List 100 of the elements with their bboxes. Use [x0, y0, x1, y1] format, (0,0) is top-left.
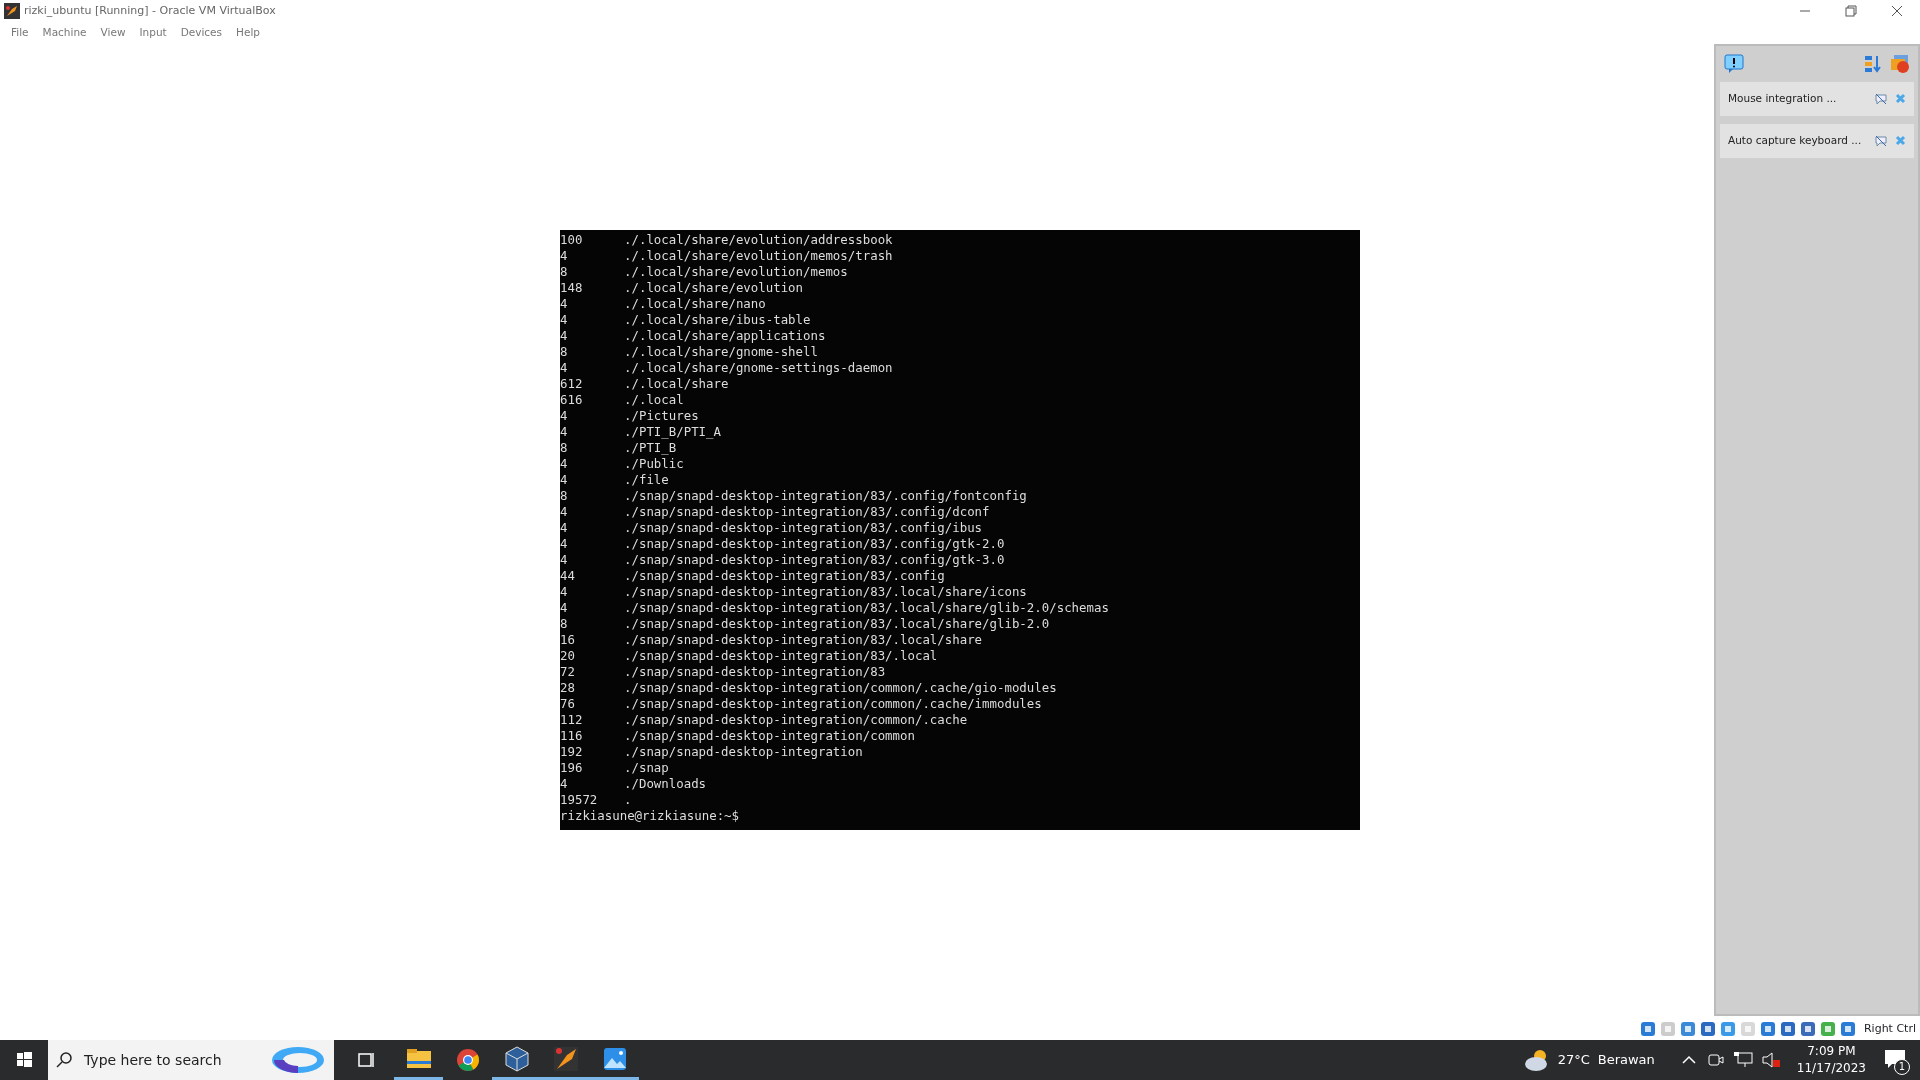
- window-title: rizki_ubuntu [Running] - Oracle VM VirtualBox: [24, 2, 276, 19]
- size-value: 4: [560, 455, 569, 472]
- path-text: ./snap/snapd-desktop-integration/83/.local/share/glib-2.0: [624, 615, 1050, 631]
- weather-condition[interactable]: Berawan: [1597, 1050, 1655, 1070]
- chrome-icon: [454, 1047, 481, 1073]
- size-value: 4: [560, 359, 569, 376]
- size-value: 8: [560, 615, 569, 632]
- size-value: 8: [560, 343, 569, 360]
- size-value: 4: [560, 583, 569, 600]
- size-value: 4: [560, 471, 569, 488]
- menu-item[interactable]: File: [4, 24, 36, 41]
- weather-temperature[interactable]: 27°C: [1557, 1050, 1590, 1070]
- camera-icon[interactable]: [1706, 1051, 1725, 1069]
- path-text: ./file: [624, 471, 669, 487]
- path-text: ./snap: [624, 759, 669, 775]
- path-text: ./snap/snapd-desktop-integration/common/.cache: [624, 711, 968, 727]
- size-value: 616: [560, 391, 584, 408]
- cloudy-sun-icon: [1523, 1048, 1550, 1072]
- path-text: ./.local/share/gnome-shell: [624, 343, 818, 359]
- path-text: ./snap/snapd-desktop-integration: [624, 743, 863, 759]
- path-text: ./snap/snapd-desktop-integration/83/.local/share: [624, 631, 983, 647]
- size-value: 4: [560, 311, 569, 328]
- size-value: 16: [560, 631, 576, 648]
- size-value: 4: [560, 327, 569, 344]
- virtualbox-logo-icon: [552, 1045, 579, 1072]
- mountain-picture-icon: [601, 1045, 628, 1072]
- search-field[interactable]: Type here to search: [48, 1040, 334, 1080]
- size-value: 196: [560, 759, 584, 776]
- path-text: ./.local/share/evolution: [624, 279, 804, 295]
- path-text: ./snap/snapd-desktop-integration/83/.local/share/glib-2.0/schemas: [624, 599, 1109, 615]
- path-text: ./snap/snapd-desktop-integration/83/.config/fontconfig: [624, 487, 1027, 503]
- notification-count: 1: [1894, 1059, 1910, 1075]
- path-text: ./.local/share/evolution/addressbook: [624, 231, 893, 247]
- path-text: ./.local/share: [624, 375, 729, 391]
- size-value: 100: [560, 231, 584, 248]
- host-key-label: Right Ctrl: [1863, 1021, 1916, 1037]
- path-text: ./snap/snapd-desktop-integration/83/.config/gtk-3.0: [624, 551, 1005, 567]
- sort-down-icon[interactable]: [1864, 53, 1882, 74]
- path-text: ./.local/share/applications: [624, 327, 826, 343]
- path-text: ./snap/snapd-desktop-integration/83/.local: [624, 647, 938, 663]
- path-text: ./snap/snapd-desktop-integration/83/.config/gtk-2.0: [624, 535, 1005, 551]
- size-value: 112: [560, 711, 584, 728]
- path-text: ./.local/share/evolution/memos/trash: [624, 247, 893, 263]
- path-text: ./Downloads: [624, 775, 707, 791]
- path-text: .: [624, 791, 632, 807]
- menu-item[interactable]: Input: [132, 24, 174, 41]
- virtualbox-logo-icon: [4, 3, 20, 19]
- bubble-icon[interactable]: [1875, 92, 1887, 105]
- size-value: 4: [560, 535, 569, 552]
- muted-speaker-icon[interactable]: [1760, 1051, 1781, 1069]
- notification-text[interactable]: Mouse integration ...: [1728, 90, 1837, 107]
- close-all-icon[interactable]: [1890, 53, 1910, 74]
- path-text: ./snap/snapd-desktop-integration/83: [624, 663, 886, 679]
- size-value: 4: [560, 775, 569, 792]
- path-text: ./.local/share/nano: [624, 295, 766, 311]
- menu-item[interactable]: Machine: [35, 24, 94, 41]
- size-value: 4: [560, 599, 569, 616]
- cube-icon: [503, 1045, 530, 1072]
- command-prompt: rizkiasune@rizkiasune:~$: [560, 807, 741, 824]
- size-value: 28: [560, 679, 576, 696]
- path-text: ./.local/share/evolution/memos: [624, 263, 848, 279]
- clock-date[interactable]: 11/17/2023: [1796, 1060, 1866, 1077]
- size-value: 4: [560, 247, 569, 264]
- speech-bubble-icon[interactable]: [1724, 53, 1744, 74]
- path-text: ./Public: [624, 455, 684, 471]
- path-text: ./.local/share/gnome-settings-daemon: [624, 359, 893, 375]
- menu-item[interactable]: Devices: [173, 24, 230, 41]
- search-icon: [56, 1052, 72, 1068]
- path-text: ./snap/snapd-desktop-integration/83/.local/share/icons: [624, 583, 1027, 599]
- notification-text[interactable]: Auto capture keyboard ...: [1728, 132, 1862, 149]
- path-text: ./snap/snapd-desktop-integration/83/.config/ibus: [624, 519, 983, 535]
- path-text: ./PTI_B/PTI_A: [624, 423, 721, 439]
- size-value: 4: [560, 503, 569, 520]
- size-value: 44: [560, 567, 576, 584]
- path-text: ./snap/snapd-desktop-integration/common: [624, 727, 915, 743]
- size-value: 76: [560, 695, 576, 712]
- size-value: 4: [560, 407, 569, 424]
- network-icon[interactable]: [1732, 1051, 1753, 1069]
- bubble-icon[interactable]: [1875, 134, 1887, 147]
- size-value: 4: [560, 519, 569, 536]
- clock-time[interactable]: 7:09 PM: [1807, 1043, 1856, 1060]
- size-value: 19572: [560, 791, 599, 808]
- menu-item[interactable]: View: [93, 24, 133, 41]
- size-value: 72: [560, 663, 576, 680]
- size-value: 192: [560, 743, 584, 760]
- size-value: 612: [560, 375, 584, 392]
- path-text: ./snap/snapd-desktop-integration/common/.cache/gio-modules: [624, 679, 1057, 695]
- size-value: 8: [560, 487, 569, 504]
- size-value: 8: [560, 263, 569, 280]
- size-value: 148: [560, 279, 584, 296]
- size-value: 20: [560, 647, 576, 664]
- menu-item[interactable]: Help: [229, 24, 267, 41]
- size-value: 4: [560, 423, 569, 440]
- size-value: 116: [560, 727, 584, 744]
- path-text: ./PTI_B: [624, 439, 677, 455]
- size-value: 4: [560, 551, 569, 568]
- path-text: ./.local: [624, 391, 684, 407]
- size-value: 8: [560, 439, 569, 456]
- path-text: ./.local/share/ibus-table: [624, 311, 811, 327]
- path-text: ./snap/snapd-desktop-integration/83/.config/dconf: [624, 503, 990, 519]
